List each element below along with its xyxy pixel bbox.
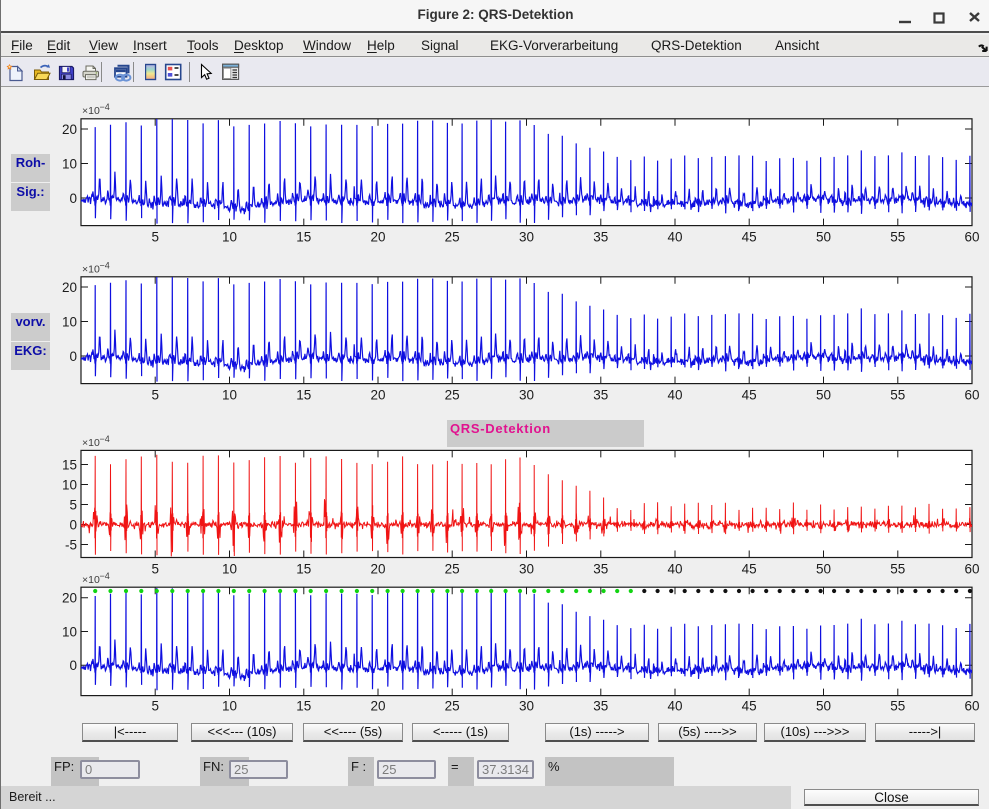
- svg-text:35: 35: [593, 230, 608, 245]
- svg-text:−4: −4: [100, 571, 110, 581]
- svg-text:×10: ×10: [82, 574, 100, 586]
- svg-text:5: 5: [151, 562, 159, 577]
- svg-text:20: 20: [62, 122, 77, 137]
- svg-text:45: 45: [742, 388, 757, 403]
- svg-text:35: 35: [593, 562, 608, 577]
- svg-text:60: 60: [964, 699, 979, 714]
- svg-text:10: 10: [222, 699, 237, 714]
- svg-text:20: 20: [62, 591, 77, 606]
- svg-text:15: 15: [296, 230, 311, 245]
- svg-text:20: 20: [370, 388, 385, 403]
- svg-text:55: 55: [890, 388, 905, 403]
- svg-text:25: 25: [445, 388, 460, 403]
- svg-text:10: 10: [62, 314, 77, 329]
- svg-text:60: 60: [964, 230, 979, 245]
- svg-text:−4: −4: [100, 261, 110, 271]
- svg-text:15: 15: [296, 699, 311, 714]
- svg-text:10: 10: [62, 156, 77, 171]
- svg-text:55: 55: [890, 699, 905, 714]
- svg-text:35: 35: [593, 699, 608, 714]
- svg-text:0: 0: [69, 517, 77, 532]
- svg-text:60: 60: [964, 388, 979, 403]
- svg-text:5: 5: [69, 497, 77, 512]
- svg-text:45: 45: [742, 230, 757, 245]
- svg-text:25: 25: [445, 699, 460, 714]
- svg-text:30: 30: [519, 388, 534, 403]
- svg-text:15: 15: [296, 388, 311, 403]
- svg-text:−4: −4: [100, 434, 110, 444]
- svg-text:15: 15: [296, 562, 311, 577]
- svg-text:×10: ×10: [82, 105, 100, 117]
- svg-text:40: 40: [667, 388, 682, 403]
- svg-text:10: 10: [222, 562, 237, 577]
- svg-text:10: 10: [62, 624, 77, 639]
- svg-text:20: 20: [370, 699, 385, 714]
- svg-text:50: 50: [816, 699, 831, 714]
- svg-text:10: 10: [222, 230, 237, 245]
- svg-text:60: 60: [964, 562, 979, 577]
- svg-text:40: 40: [667, 699, 682, 714]
- svg-text:30: 30: [519, 562, 534, 577]
- svg-text:40: 40: [667, 562, 682, 577]
- svg-text:30: 30: [519, 230, 534, 245]
- svg-text:50: 50: [816, 388, 831, 403]
- svg-text:50: 50: [816, 230, 831, 245]
- svg-text:5: 5: [151, 699, 159, 714]
- svg-text:25: 25: [445, 230, 460, 245]
- svg-text:40: 40: [667, 230, 682, 245]
- svg-text:−4: −4: [100, 102, 110, 112]
- svg-text:55: 55: [890, 230, 905, 245]
- svg-text:0: 0: [69, 658, 77, 673]
- svg-text:10: 10: [62, 477, 77, 492]
- svg-text:5: 5: [151, 388, 159, 403]
- svg-text:55: 55: [890, 562, 905, 577]
- svg-text:20: 20: [370, 230, 385, 245]
- svg-text:30: 30: [519, 699, 534, 714]
- svg-text:20: 20: [62, 280, 77, 295]
- svg-text:10: 10: [222, 388, 237, 403]
- svg-text:35: 35: [593, 388, 608, 403]
- svg-text:25: 25: [445, 562, 460, 577]
- svg-text:5: 5: [151, 230, 159, 245]
- svg-text:15: 15: [62, 457, 77, 472]
- svg-text:45: 45: [742, 699, 757, 714]
- svg-text:20: 20: [370, 562, 385, 577]
- svg-text:0: 0: [69, 191, 77, 206]
- svg-text:×10: ×10: [82, 264, 100, 276]
- svg-text:0: 0: [69, 349, 77, 364]
- svg-text:50: 50: [816, 562, 831, 577]
- svg-text:×10: ×10: [82, 437, 100, 449]
- svg-text:45: 45: [742, 562, 757, 577]
- svg-text:-5: -5: [65, 537, 77, 552]
